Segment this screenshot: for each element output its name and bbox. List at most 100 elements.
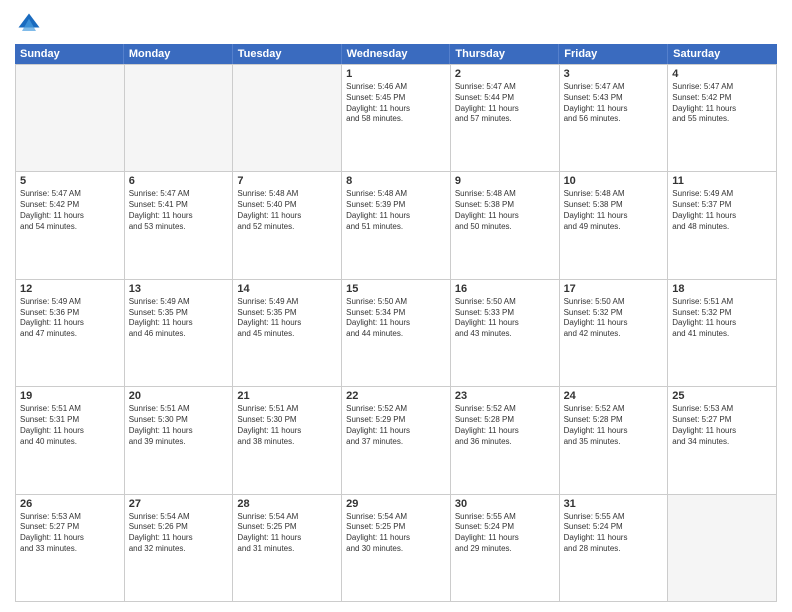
day-cell-27: 27 Sunrise: 5:54 AM Sunset: 5:26 PM Dayli… bbox=[125, 495, 234, 602]
day-detail: Sunrise: 5:55 AM Sunset: 5:24 PM Dayligh… bbox=[564, 512, 664, 555]
day-detail: Sunrise: 5:51 AM Sunset: 5:31 PM Dayligh… bbox=[20, 404, 120, 447]
day-cell-29: 29 Sunrise: 5:54 AM Sunset: 5:25 PM Dayli… bbox=[342, 495, 451, 602]
day-number: 3 bbox=[564, 68, 664, 80]
empty-cell bbox=[16, 65, 125, 172]
weekday-header-tuesday: Tuesday bbox=[233, 44, 342, 64]
day-number: 31 bbox=[564, 498, 664, 510]
day-detail: Sunrise: 5:52 AM Sunset: 5:29 PM Dayligh… bbox=[346, 404, 446, 447]
day-cell-23: 23 Sunrise: 5:52 AM Sunset: 5:28 PM Dayli… bbox=[451, 387, 560, 494]
day-detail: Sunrise: 5:48 AM Sunset: 5:39 PM Dayligh… bbox=[346, 189, 446, 232]
day-detail: Sunrise: 5:51 AM Sunset: 5:32 PM Dayligh… bbox=[672, 297, 772, 340]
day-cell-17: 17 Sunrise: 5:50 AM Sunset: 5:32 PM Dayli… bbox=[560, 280, 669, 387]
day-detail: Sunrise: 5:51 AM Sunset: 5:30 PM Dayligh… bbox=[129, 404, 229, 447]
day-number: 8 bbox=[346, 175, 446, 187]
weekday-header-wednesday: Wednesday bbox=[342, 44, 451, 64]
day-detail: Sunrise: 5:53 AM Sunset: 5:27 PM Dayligh… bbox=[20, 512, 120, 555]
day-number: 18 bbox=[672, 283, 772, 295]
day-detail: Sunrise: 5:54 AM Sunset: 5:25 PM Dayligh… bbox=[237, 512, 337, 555]
day-number: 17 bbox=[564, 283, 664, 295]
day-cell-12: 12Sunrise: 5:49 AM Sunset: 5:36 PM Dayli… bbox=[16, 280, 125, 387]
weekday-header-sunday: Sunday bbox=[15, 44, 124, 64]
day-detail: Sunrise: 5:52 AM Sunset: 5:28 PM Dayligh… bbox=[455, 404, 555, 447]
day-number: 6 bbox=[129, 175, 229, 187]
day-cell-9: 9 Sunrise: 5:48 AM Sunset: 5:38 PM Daylig… bbox=[451, 172, 560, 279]
day-detail: Sunrise: 5:46 AM Sunset: 5:45 PM Dayligh… bbox=[346, 82, 446, 125]
day-number: 11 bbox=[672, 175, 772, 187]
day-number: 28 bbox=[237, 498, 337, 510]
day-detail: Sunrise: 5:55 AM Sunset: 5:24 PM Dayligh… bbox=[455, 512, 555, 555]
day-number: 10 bbox=[564, 175, 664, 187]
day-cell-26: 26 Sunrise: 5:53 AM Sunset: 5:27 PM Dayli… bbox=[16, 495, 125, 602]
day-number: 30 bbox=[455, 498, 555, 510]
day-detail: Sunrise: 5:53 AM Sunset: 5:27 PM Dayligh… bbox=[672, 404, 772, 447]
calendar: SundayMondayTuesdayWednesdayThursdayFrid… bbox=[15, 44, 777, 602]
day-detail: Sunrise: 5:50 AM Sunset: 5:33 PM Dayligh… bbox=[455, 297, 555, 340]
day-detail: Sunrise: 5:47 AM Sunset: 5:43 PM Dayligh… bbox=[564, 82, 664, 125]
day-cell-15: 15Sunrise: 5:50 AM Sunset: 5:34 PM Dayli… bbox=[342, 280, 451, 387]
calendar-header: SundayMondayTuesdayWednesdayThursdayFrid… bbox=[15, 44, 777, 64]
day-number: 23 bbox=[455, 390, 555, 402]
day-cell-10: 10Sunrise: 5:48 AM Sunset: 5:38 PM Dayli… bbox=[560, 172, 669, 279]
day-cell-3: 3 Sunrise: 5:47 AM Sunset: 5:43 PM Daylig… bbox=[560, 65, 669, 172]
empty-cell bbox=[125, 65, 234, 172]
day-number: 5 bbox=[20, 175, 120, 187]
day-cell-22: 22 Sunrise: 5:52 AM Sunset: 5:29 PM Dayli… bbox=[342, 387, 451, 494]
day-number: 19 bbox=[20, 390, 120, 402]
day-detail: Sunrise: 5:49 AM Sunset: 5:36 PM Dayligh… bbox=[20, 297, 120, 340]
day-cell-6: 6 Sunrise: 5:47 AM Sunset: 5:41 PM Daylig… bbox=[125, 172, 234, 279]
day-detail: Sunrise: 5:48 AM Sunset: 5:38 PM Dayligh… bbox=[455, 189, 555, 232]
logo-icon bbox=[15, 10, 43, 38]
day-detail: Sunrise: 5:47 AM Sunset: 5:41 PM Dayligh… bbox=[129, 189, 229, 232]
day-detail: Sunrise: 5:51 AM Sunset: 5:30 PM Dayligh… bbox=[237, 404, 337, 447]
day-detail: Sunrise: 5:48 AM Sunset: 5:40 PM Dayligh… bbox=[237, 189, 337, 232]
day-cell-28: 28 Sunrise: 5:54 AM Sunset: 5:25 PM Dayli… bbox=[233, 495, 342, 602]
day-number: 7 bbox=[237, 175, 337, 187]
day-number: 13 bbox=[129, 283, 229, 295]
day-cell-30: 30 Sunrise: 5:55 AM Sunset: 5:24 PM Dayli… bbox=[451, 495, 560, 602]
day-detail: Sunrise: 5:49 AM Sunset: 5:35 PM Dayligh… bbox=[237, 297, 337, 340]
day-cell-20: 20Sunrise: 5:51 AM Sunset: 5:30 PM Dayli… bbox=[125, 387, 234, 494]
day-cell-13: 13 Sunrise: 5:49 AM Sunset: 5:35 PM Dayli… bbox=[125, 280, 234, 387]
header bbox=[15, 10, 777, 38]
day-detail: Sunrise: 5:52 AM Sunset: 5:28 PM Dayligh… bbox=[564, 404, 664, 447]
day-detail: Sunrise: 5:49 AM Sunset: 5:35 PM Dayligh… bbox=[129, 297, 229, 340]
day-detail: Sunrise: 5:49 AM Sunset: 5:37 PM Dayligh… bbox=[672, 189, 772, 232]
day-number: 22 bbox=[346, 390, 446, 402]
day-number: 21 bbox=[237, 390, 337, 402]
day-number: 26 bbox=[20, 498, 120, 510]
calendar-body: 1 Sunrise: 5:46 AM Sunset: 5:45 PM Daylig… bbox=[15, 64, 777, 602]
day-cell-19: 19 Sunrise: 5:51 AM Sunset: 5:31 PM Dayli… bbox=[16, 387, 125, 494]
day-detail: Sunrise: 5:47 AM Sunset: 5:44 PM Dayligh… bbox=[455, 82, 555, 125]
day-number: 14 bbox=[237, 283, 337, 295]
day-cell-14: 14 Sunrise: 5:49 AM Sunset: 5:35 PM Dayli… bbox=[233, 280, 342, 387]
empty-cell bbox=[233, 65, 342, 172]
day-cell-2: 2 Sunrise: 5:47 AM Sunset: 5:44 PM Daylig… bbox=[451, 65, 560, 172]
day-cell-21: 21 Sunrise: 5:51 AM Sunset: 5:30 PM Dayli… bbox=[233, 387, 342, 494]
day-number: 25 bbox=[672, 390, 772, 402]
empty-cell bbox=[668, 495, 777, 602]
day-number: 24 bbox=[564, 390, 664, 402]
day-detail: Sunrise: 5:54 AM Sunset: 5:25 PM Dayligh… bbox=[346, 512, 446, 555]
day-number: 1 bbox=[346, 68, 446, 80]
weekday-header-monday: Monday bbox=[124, 44, 233, 64]
day-cell-8: 8 Sunrise: 5:48 AM Sunset: 5:39 PM Daylig… bbox=[342, 172, 451, 279]
day-number: 29 bbox=[346, 498, 446, 510]
day-cell-7: 7 Sunrise: 5:48 AM Sunset: 5:40 PM Daylig… bbox=[233, 172, 342, 279]
day-number: 27 bbox=[129, 498, 229, 510]
day-number: 2 bbox=[455, 68, 555, 80]
day-cell-4: 4 Sunrise: 5:47 AM Sunset: 5:42 PM Daylig… bbox=[668, 65, 777, 172]
day-cell-25: 25 Sunrise: 5:53 AM Sunset: 5:27 PM Dayli… bbox=[668, 387, 777, 494]
day-detail: Sunrise: 5:47 AM Sunset: 5:42 PM Dayligh… bbox=[672, 82, 772, 125]
day-detail: Sunrise: 5:54 AM Sunset: 5:26 PM Dayligh… bbox=[129, 512, 229, 555]
day-cell-16: 16 Sunrise: 5:50 AM Sunset: 5:33 PM Dayli… bbox=[451, 280, 560, 387]
day-detail: Sunrise: 5:47 AM Sunset: 5:42 PM Dayligh… bbox=[20, 189, 120, 232]
day-detail: Sunrise: 5:50 AM Sunset: 5:32 PM Dayligh… bbox=[564, 297, 664, 340]
day-number: 16 bbox=[455, 283, 555, 295]
day-number: 9 bbox=[455, 175, 555, 187]
logo bbox=[15, 10, 47, 38]
weekday-header-friday: Friday bbox=[559, 44, 668, 64]
day-cell-11: 11 Sunrise: 5:49 AM Sunset: 5:37 PM Dayli… bbox=[668, 172, 777, 279]
day-cell-24: 24 Sunrise: 5:52 AM Sunset: 5:28 PM Dayli… bbox=[560, 387, 669, 494]
day-number: 4 bbox=[672, 68, 772, 80]
page: SundayMondayTuesdayWednesdayThursdayFrid… bbox=[0, 0, 792, 612]
